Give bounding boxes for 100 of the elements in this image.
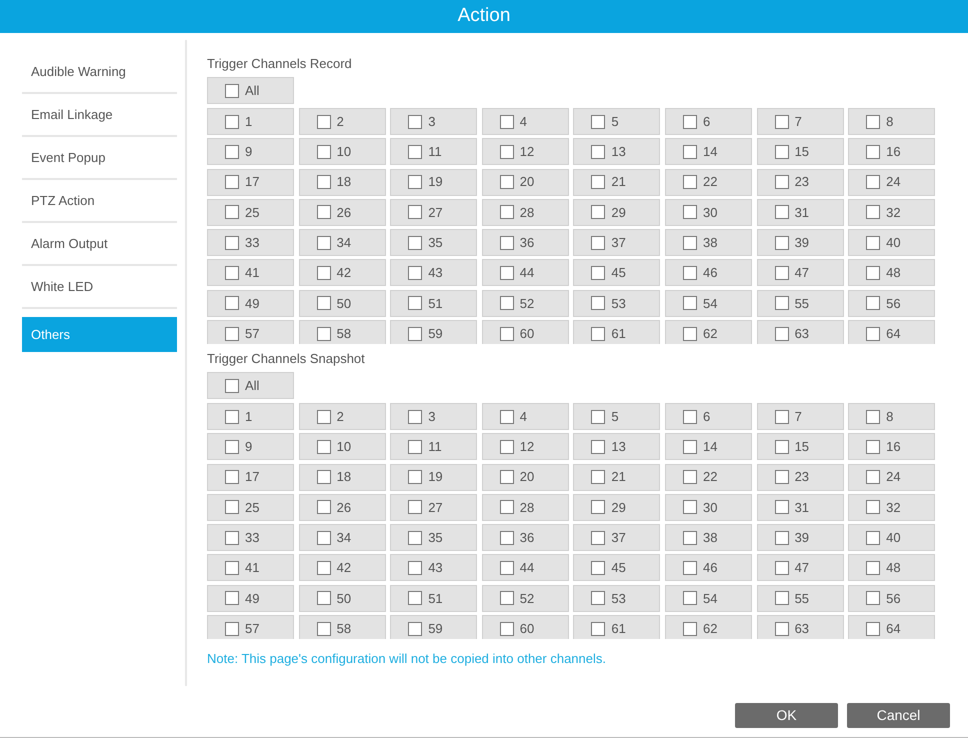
channel-checkbox[interactable]: 2 bbox=[298, 108, 386, 135]
checkbox-icon[interactable] bbox=[408, 236, 422, 250]
checkbox-icon[interactable] bbox=[225, 266, 239, 280]
channel-checkbox[interactable]: All bbox=[207, 77, 294, 104]
channel-checkbox[interactable]: 64 bbox=[848, 320, 936, 344]
channel-checkbox[interactable]: 3 bbox=[390, 403, 478, 430]
channel-checkbox[interactable]: 1 bbox=[207, 108, 294, 135]
channel-checkbox[interactable]: 31 bbox=[756, 198, 844, 226]
checkbox-icon[interactable] bbox=[500, 622, 514, 636]
checkbox-icon[interactable] bbox=[866, 114, 880, 128]
channel-checkbox[interactable]: 39 bbox=[756, 229, 844, 256]
channel-checkbox[interactable]: All bbox=[207, 372, 294, 399]
checkbox-icon[interactable] bbox=[682, 266, 697, 280]
checkbox-icon[interactable] bbox=[408, 175, 422, 190]
checkbox-icon[interactable] bbox=[866, 236, 880, 250]
checkbox-icon[interactable] bbox=[408, 470, 422, 484]
checkbox-icon[interactable] bbox=[500, 500, 514, 514]
checkbox-icon[interactable] bbox=[682, 144, 697, 159]
dialog-button[interactable]: OK bbox=[735, 703, 838, 728]
checkbox-icon[interactable] bbox=[408, 410, 422, 424]
channel-checkbox[interactable]: 50 bbox=[298, 584, 386, 612]
checkbox-icon[interactable] bbox=[500, 266, 514, 280]
channel-checkbox[interactable]: 60 bbox=[482, 320, 569, 344]
channel-checkbox[interactable]: 24 bbox=[848, 464, 936, 491]
checkbox-icon[interactable] bbox=[316, 440, 331, 454]
checkbox-icon[interactable] bbox=[408, 296, 422, 310]
channel-checkbox[interactable]: 42 bbox=[298, 259, 386, 286]
checkbox-icon[interactable] bbox=[682, 622, 697, 636]
checkbox-icon[interactable] bbox=[408, 326, 422, 341]
checkbox-icon[interactable] bbox=[408, 114, 422, 128]
channel-checkbox[interactable]: 29 bbox=[573, 198, 660, 226]
channel-checkbox[interactable]: 28 bbox=[482, 198, 569, 226]
checkbox-icon[interactable] bbox=[225, 378, 239, 392]
channel-checkbox[interactable]: 27 bbox=[390, 494, 478, 521]
checkbox-icon[interactable] bbox=[774, 622, 789, 636]
channel-checkbox[interactable]: 61 bbox=[573, 320, 660, 344]
channel-checkbox[interactable]: 1 bbox=[207, 403, 294, 430]
checkbox-icon[interactable] bbox=[408, 205, 422, 220]
checkbox-icon[interactable] bbox=[866, 560, 880, 575]
checkbox-icon[interactable] bbox=[316, 470, 331, 484]
checkbox-icon[interactable] bbox=[591, 560, 606, 575]
channel-checkbox[interactable]: 47 bbox=[756, 554, 844, 582]
checkbox-icon[interactable] bbox=[225, 530, 239, 545]
channel-checkbox[interactable]: 11 bbox=[390, 138, 478, 166]
channel-checkbox[interactable]: 13 bbox=[573, 433, 660, 460]
checkbox-icon[interactable] bbox=[682, 410, 697, 424]
channel-checkbox[interactable]: 34 bbox=[298, 524, 386, 552]
checkbox-icon[interactable] bbox=[225, 205, 239, 220]
sidebar-item[interactable]: Email Linkage bbox=[22, 94, 177, 137]
checkbox-icon[interactable] bbox=[866, 530, 880, 545]
channel-checkbox[interactable]: 31 bbox=[756, 494, 844, 521]
checkbox-icon[interactable] bbox=[591, 205, 606, 220]
channel-checkbox[interactable]: 63 bbox=[756, 615, 844, 639]
channel-checkbox[interactable]: 18 bbox=[298, 168, 386, 196]
channel-checkbox[interactable]: 9 bbox=[207, 138, 294, 166]
checkbox-icon[interactable] bbox=[591, 440, 606, 454]
checkbox-icon[interactable] bbox=[316, 530, 331, 545]
checkbox-icon[interactable] bbox=[225, 326, 239, 341]
channel-checkbox[interactable]: 22 bbox=[664, 464, 752, 491]
channel-checkbox[interactable]: 10 bbox=[298, 433, 386, 460]
checkbox-icon[interactable] bbox=[866, 470, 880, 484]
checkbox-icon[interactable] bbox=[774, 560, 789, 575]
channel-checkbox[interactable]: 46 bbox=[664, 259, 752, 286]
checkbox-icon[interactable] bbox=[774, 296, 789, 310]
channel-checkbox[interactable]: 11 bbox=[390, 433, 478, 460]
channel-checkbox[interactable]: 29 bbox=[573, 494, 660, 521]
checkbox-icon[interactable] bbox=[682, 500, 697, 514]
checkbox-icon[interactable] bbox=[682, 591, 697, 606]
checkbox-icon[interactable] bbox=[591, 500, 606, 514]
channel-checkbox[interactable]: 3 bbox=[390, 108, 478, 135]
checkbox-icon[interactable] bbox=[500, 144, 514, 159]
checkbox-icon[interactable] bbox=[225, 296, 239, 310]
checkbox-icon[interactable] bbox=[500, 175, 514, 190]
checkbox-icon[interactable] bbox=[682, 326, 697, 341]
checkbox-icon[interactable] bbox=[316, 114, 331, 128]
channel-checkbox[interactable]: 45 bbox=[573, 259, 660, 286]
channel-checkbox[interactable]: 4 bbox=[482, 403, 569, 430]
checkbox-icon[interactable] bbox=[591, 236, 606, 250]
checkbox-icon[interactable] bbox=[591, 326, 606, 341]
checkbox-icon[interactable] bbox=[866, 296, 880, 310]
channel-checkbox[interactable]: 20 bbox=[482, 168, 569, 196]
checkbox-icon[interactable] bbox=[316, 410, 331, 424]
checkbox-icon[interactable] bbox=[316, 296, 331, 310]
channel-checkbox[interactable]: 22 bbox=[664, 168, 752, 196]
channel-checkbox[interactable]: 37 bbox=[573, 524, 660, 552]
channel-checkbox[interactable]: 60 bbox=[482, 615, 569, 639]
channel-checkbox[interactable]: 59 bbox=[390, 615, 478, 639]
channel-checkbox[interactable]: 18 bbox=[298, 464, 386, 491]
checkbox-icon[interactable] bbox=[774, 114, 789, 128]
checkbox-icon[interactable] bbox=[316, 622, 331, 636]
channel-checkbox[interactable]: 26 bbox=[298, 198, 386, 226]
checkbox-icon[interactable] bbox=[500, 296, 514, 310]
channel-checkbox[interactable]: 57 bbox=[207, 615, 294, 639]
channel-checkbox[interactable]: 54 bbox=[664, 290, 752, 317]
channel-checkbox[interactable]: 7 bbox=[756, 108, 844, 135]
checkbox-icon[interactable] bbox=[408, 560, 422, 575]
checkbox-icon[interactable] bbox=[866, 266, 880, 280]
channel-checkbox[interactable]: 16 bbox=[848, 433, 936, 460]
checkbox-icon[interactable] bbox=[225, 410, 239, 424]
channel-checkbox[interactable]: 25 bbox=[207, 494, 294, 521]
